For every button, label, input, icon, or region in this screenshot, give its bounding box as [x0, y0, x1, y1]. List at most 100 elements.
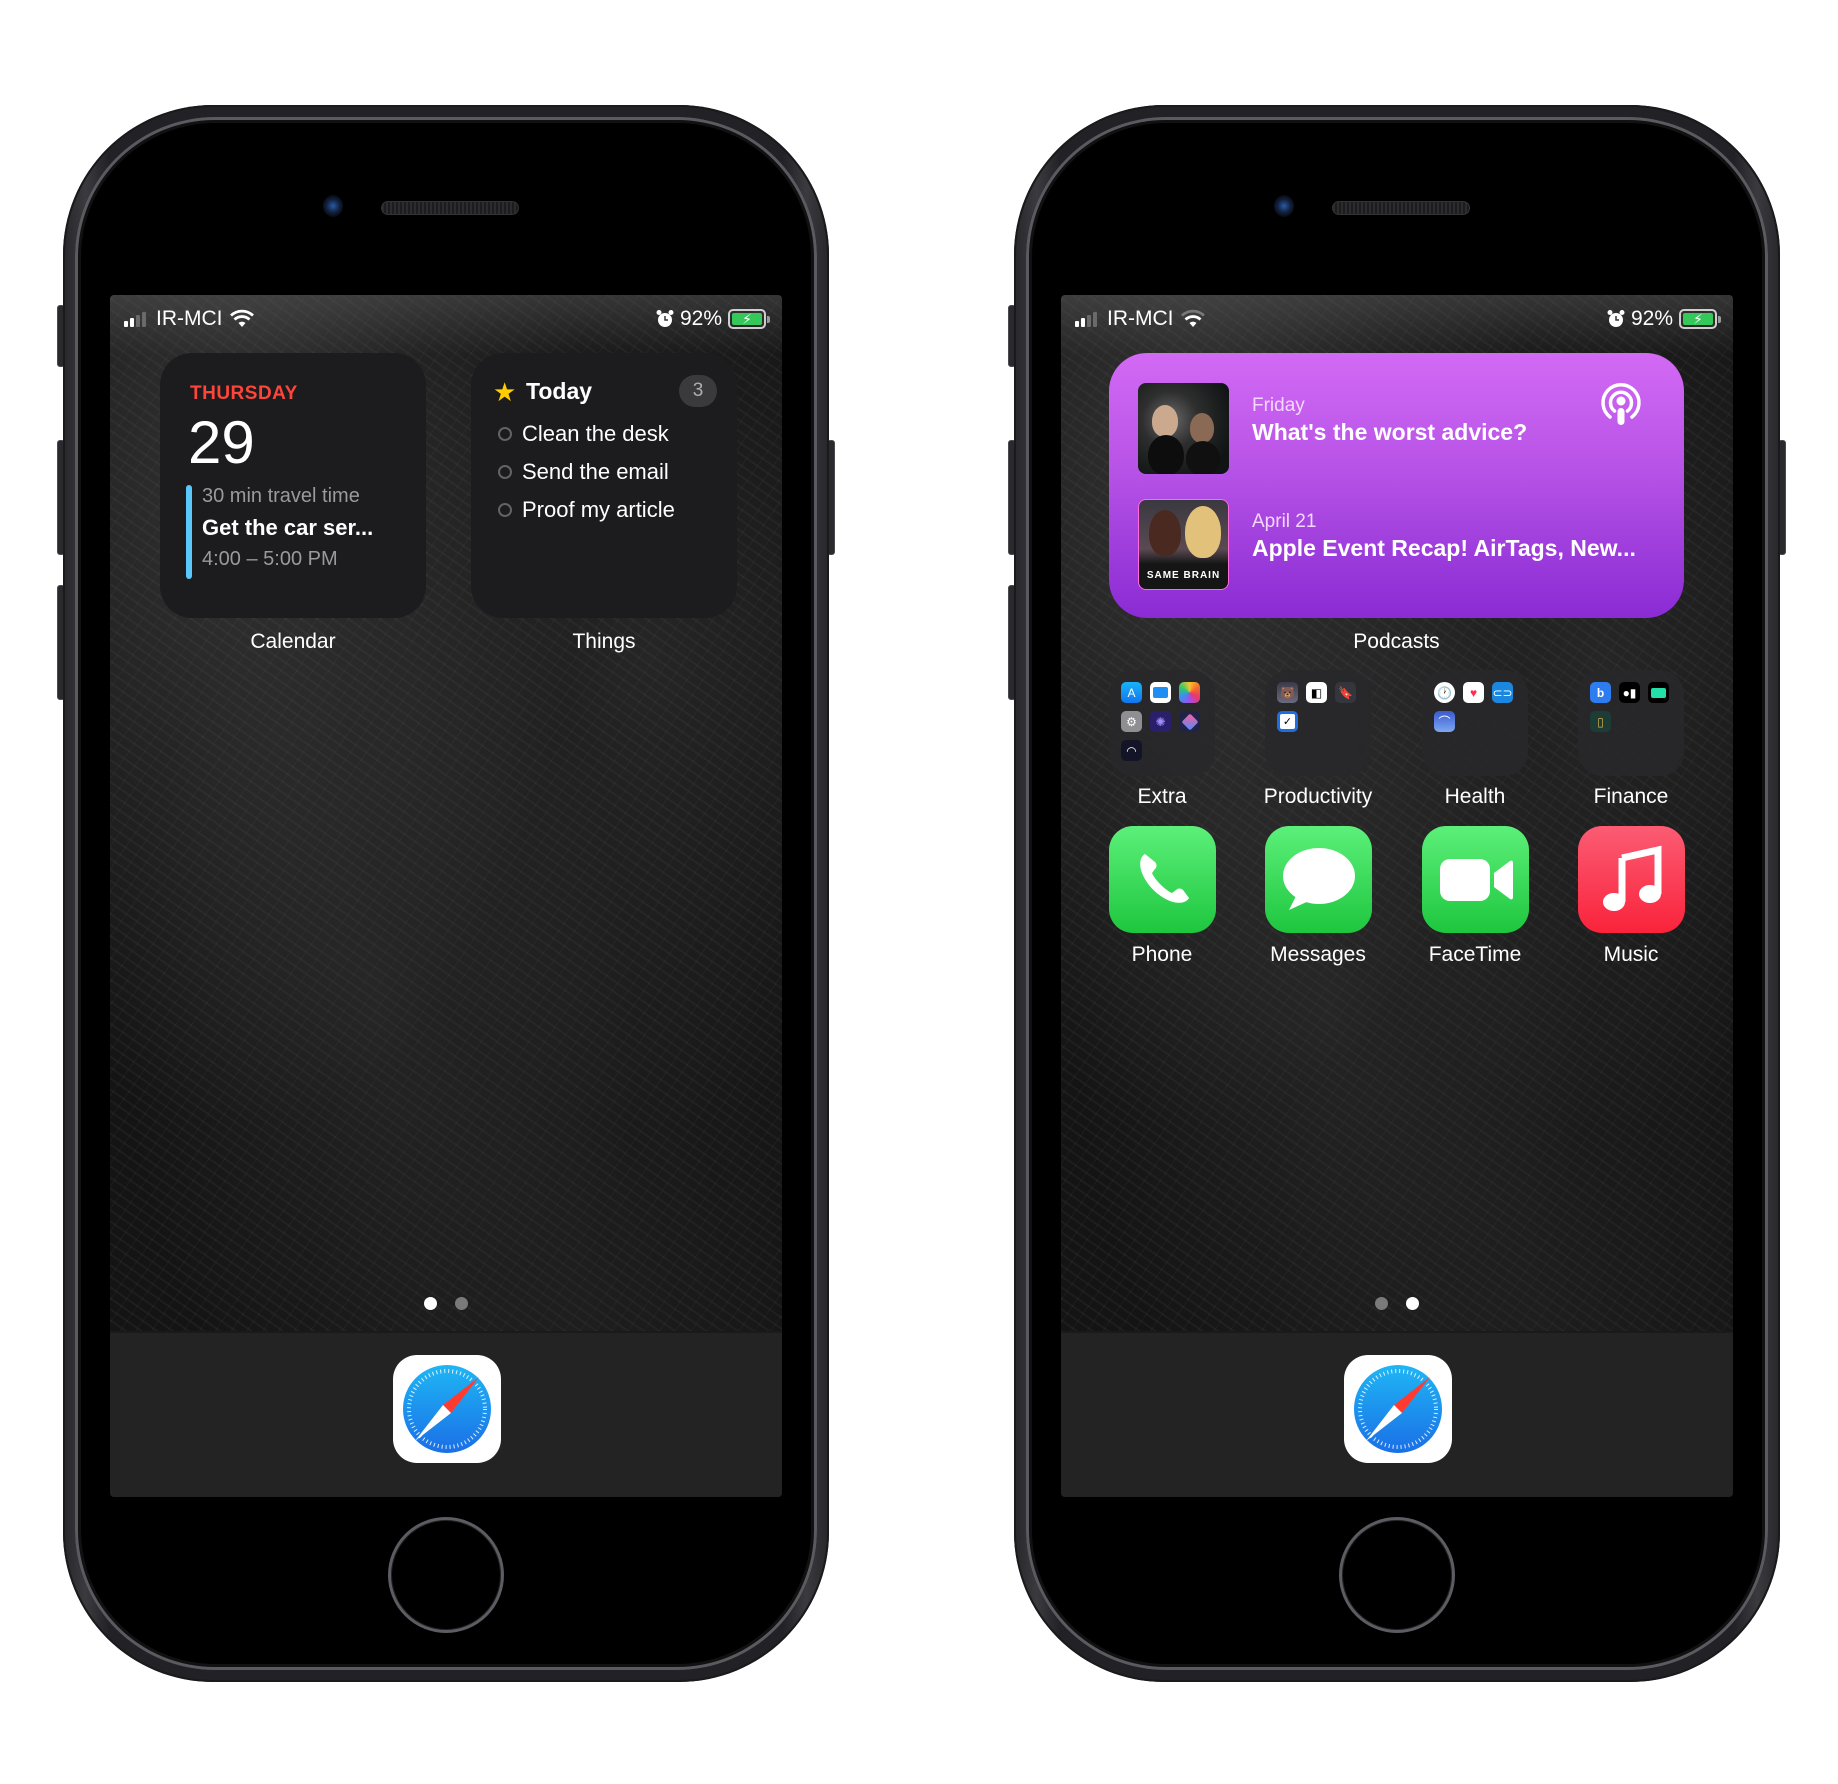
things-widget[interactable]: ★ Today 3 Clean the desk Send the email … — [471, 353, 737, 618]
speedtest-icon: ◠ — [1121, 740, 1142, 761]
things-count-badge: 3 — [679, 375, 717, 407]
todo-item-label: Proof my article — [522, 497, 675, 522]
files-icon — [1150, 682, 1171, 703]
speech-bubble-icon — [1282, 847, 1355, 910]
podcasts-widget-label: Podcasts — [1353, 630, 1440, 653]
signal-icon — [124, 311, 146, 327]
checkbox-icon[interactable] — [498, 503, 512, 517]
calendar-date: 29 — [188, 409, 255, 476]
todo-item[interactable]: Send the email — [498, 459, 669, 485]
iphone-right: IR-MCI 92% ⚡ Friday What's the worst adv… — [1008, 105, 1786, 1682]
safari-app-icon[interactable] — [393, 1355, 501, 1463]
craft-icon: ◧ — [1306, 682, 1327, 703]
folder-label: Extra — [1137, 785, 1187, 808]
todo-item[interactable]: Proof my article — [498, 497, 675, 523]
podcasts-icon — [1601, 383, 1641, 425]
folder-label: Finance — [1593, 785, 1669, 808]
iphone-left: IR-MCI 92% ⚡ THURSDAY 29 30 min travel t… — [57, 105, 835, 1682]
app-label: FaceTime — [1428, 943, 1522, 966]
facetime-app-icon[interactable] — [1422, 826, 1529, 933]
carrier-name: IR-MCI — [1107, 307, 1174, 330]
podcast-artwork-same-brain[interactable]: SAME BRAIN — [1138, 499, 1229, 590]
calendar-widget[interactable]: THURSDAY 29 30 min travel time Get the c… — [160, 353, 426, 618]
app-label: Phone — [1131, 943, 1193, 966]
music-app-icon[interactable] — [1578, 826, 1685, 933]
folder-label: Health — [1444, 785, 1506, 808]
podcast-artwork-minimalists[interactable] — [1138, 383, 1229, 474]
front-camera — [1274, 195, 1294, 217]
calendar-travel-time: 30 min travel time — [202, 485, 360, 507]
photos-icon — [1179, 682, 1200, 703]
cash-icon — [1648, 682, 1669, 703]
health-icon: ♥ — [1463, 682, 1484, 703]
battery-charging-icon: ⚡ — [1679, 309, 1721, 329]
todo-item-label: Send the email — [522, 459, 669, 484]
home-button[interactable] — [1339, 1517, 1455, 1633]
home-screen: IR-MCI 92% ⚡ THURSDAY 29 30 min travel t… — [110, 295, 782, 1497]
folder-label: Productivity — [1263, 785, 1373, 808]
medium-icon: ●▮ — [1619, 682, 1640, 703]
door-icon: ▯ — [1590, 711, 1611, 732]
things-title: Today — [526, 378, 593, 404]
calendar-weekday: THURSDAY — [190, 383, 298, 404]
todo-item[interactable]: Clean the desk — [498, 421, 669, 447]
bear-icon: 🐻 — [1277, 682, 1298, 703]
sunrise-icon: ⌒ — [1434, 711, 1455, 732]
compass-icon — [1354, 1365, 1442, 1453]
video-camera-icon — [1439, 858, 1513, 901]
folder-health[interactable]: 🕐 ♥ ⊂⊃ ⌒ — [1422, 670, 1528, 776]
front-camera — [323, 195, 343, 217]
phone-handset-icon — [1139, 853, 1189, 903]
pill-reminder-icon: ⊂⊃ — [1492, 682, 1513, 703]
battery-percent: 92% — [679, 307, 722, 330]
artwork-text: SAME BRAIN — [1146, 570, 1221, 581]
page-dot-1[interactable] — [424, 1297, 437, 1310]
page-indicator[interactable] — [1061, 1297, 1733, 1310]
checkbox-icon[interactable] — [498, 427, 512, 441]
tasks-checkbox-icon: ✓ — [1277, 711, 1298, 732]
wifi-icon — [229, 309, 254, 327]
home-screen: IR-MCI 92% ⚡ Friday What's the worst adv… — [1061, 295, 1733, 1497]
episode-date: April 21 — [1252, 511, 1317, 532]
dock — [110, 1331, 782, 1497]
episode-date: Friday — [1252, 395, 1305, 416]
wifi-icon — [1180, 309, 1205, 327]
calendar-event-bar — [186, 485, 192, 579]
checkbox-icon[interactable] — [498, 465, 512, 479]
calendar-event-title: Get the car ser... — [202, 515, 374, 540]
dock — [1061, 1331, 1733, 1497]
episode-title[interactable]: What's the worst advice? — [1252, 419, 1527, 446]
clock-icon: 🕐 — [1434, 682, 1455, 703]
calendar-event-time: 4:00 – 5:00 PM — [202, 548, 338, 570]
messages-app-icon[interactable] — [1265, 826, 1372, 933]
folder-extra[interactable]: A ⚙ ✺ ◠ — [1109, 670, 1215, 776]
page-dot-2[interactable] — [1406, 1297, 1419, 1310]
home-button[interactable] — [388, 1517, 504, 1633]
phone-app-icon[interactable] — [1109, 826, 1216, 933]
octopus-icon: ✺ — [1150, 711, 1171, 732]
todo-item-label: Clean the desk — [522, 421, 669, 446]
folder-productivity[interactable]: 🐻 ◧ 🔖 ✓ — [1265, 670, 1371, 776]
bookmark-icon: 🔖 — [1335, 682, 1356, 703]
earpiece-speaker — [1332, 201, 1470, 215]
episode-title[interactable]: Apple Event Recap! AirTags, New... — [1252, 535, 1636, 562]
music-note-icon — [1602, 845, 1661, 911]
battery-charging-icon: ⚡ — [728, 309, 770, 329]
alarm-icon — [1607, 310, 1625, 327]
bitpin-icon: b — [1590, 682, 1611, 703]
compass-icon — [403, 1365, 491, 1453]
folder-finance[interactable]: b ●▮ ▯ — [1578, 670, 1684, 776]
alarm-icon — [656, 310, 674, 327]
app-label: Music — [1603, 943, 1659, 966]
safari-app-icon[interactable] — [1344, 1355, 1452, 1463]
page-dot-1[interactable] — [1375, 1297, 1388, 1310]
star-icon: ★ — [493, 377, 517, 407]
page-dot-2[interactable] — [455, 1297, 468, 1310]
status-bar: IR-MCI 92% ⚡ — [1061, 305, 1733, 335]
carrier-name: IR-MCI — [156, 307, 223, 330]
app-label: Messages — [1270, 943, 1366, 966]
podcasts-widget[interactable]: Friday What's the worst advice? SAME BRA… — [1109, 353, 1684, 618]
app-store-icon: A — [1121, 682, 1142, 703]
page-indicator[interactable] — [110, 1297, 782, 1310]
calendar-widget-label: Calendar — [250, 630, 336, 653]
